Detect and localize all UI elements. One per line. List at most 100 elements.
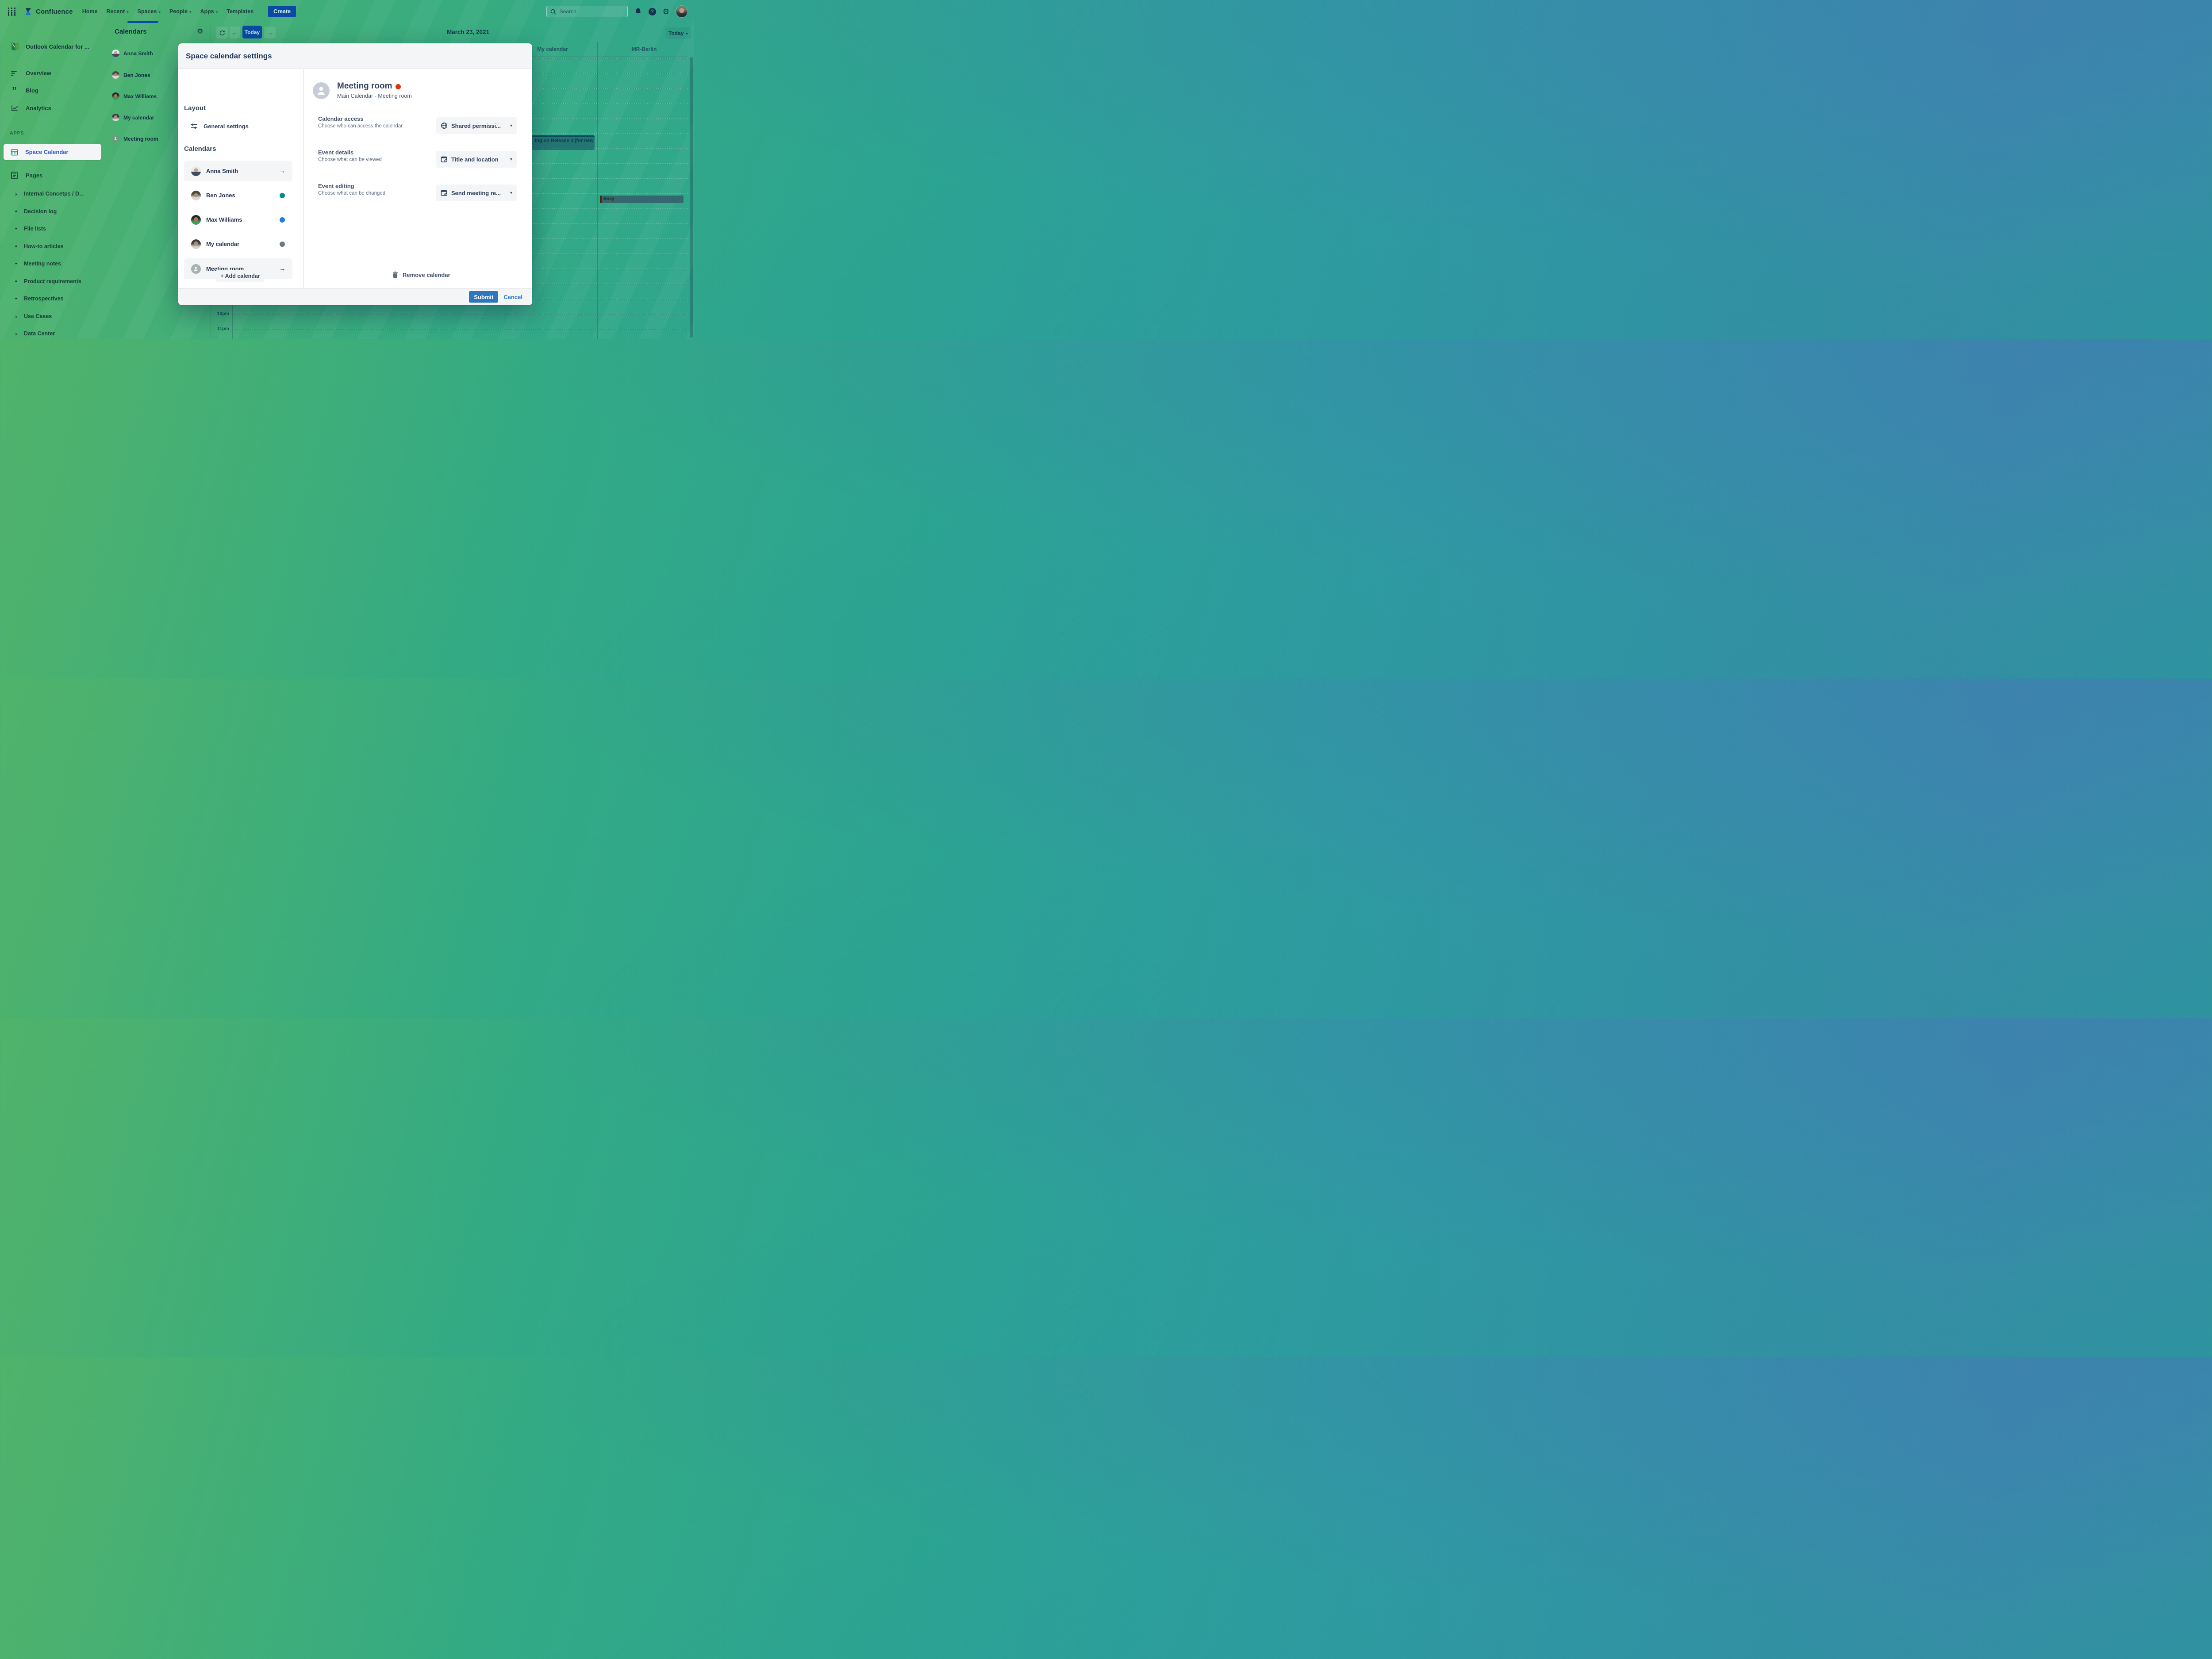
- calendars-settings-gear-icon[interactable]: ⚙: [197, 27, 203, 36]
- analytics-chart-icon: [11, 105, 18, 111]
- sidebar-item-internal-concepts[interactable]: › Internal Concetps / D...: [0, 190, 105, 197]
- nav-recent[interactable]: Recent▾: [106, 8, 128, 15]
- calendar-list-item-meeting-room[interactable]: Meeting room: [112, 135, 158, 142]
- help-icon[interactable]: ?: [649, 8, 656, 15]
- general-settings-item[interactable]: General settings: [190, 123, 249, 130]
- cancel-button[interactable]: Cancel: [503, 294, 522, 300]
- modal-calendar-row-ben[interactable]: Ben Jones: [184, 185, 292, 206]
- chevron-down-icon: ▾: [127, 10, 129, 15]
- avatar: [112, 71, 119, 79]
- search-box[interactable]: [546, 6, 628, 17]
- modal-calendar-row-anna[interactable]: Anna Smith →: [184, 161, 292, 181]
- detail-title: Meeting room: [337, 81, 392, 91]
- brand-name: Confluence: [36, 8, 73, 15]
- search-icon: [550, 9, 556, 15]
- avatar: [112, 114, 119, 121]
- modal-calendars-heading: Calendars: [184, 145, 216, 153]
- bullet-icon: •: [15, 208, 24, 215]
- bullet-icon: •: [15, 225, 24, 232]
- space-calendar-icon: [11, 148, 18, 156]
- chevron-right-icon: ›: [15, 330, 24, 337]
- event-details-dropdown[interactable]: Title and location ▾: [436, 151, 517, 168]
- confluence-logo-icon: [24, 7, 33, 16]
- event-editing-dropdown[interactable]: Send meeting re... ▾: [436, 184, 517, 201]
- vertical-scrollbar[interactable]: [690, 57, 693, 338]
- apps-section-label: APPS: [10, 131, 24, 136]
- add-calendar-button[interactable]: + Add calendar: [216, 270, 265, 282]
- sidebar-item-retrospectives[interactable]: • Retrospectives: [0, 295, 105, 302]
- modal-header: Space calendar settings: [178, 43, 532, 69]
- event-busy[interactable]: Busy: [600, 196, 684, 203]
- space-header[interactable]: Outlook Calendar for ...: [10, 41, 89, 52]
- sidebar-item-meeting-notes[interactable]: • Meeting notes: [0, 260, 105, 267]
- nav-spaces[interactable]: Spaces▾: [138, 8, 161, 15]
- sidebar-item-decision-log[interactable]: • Decision log: [0, 208, 105, 215]
- settings-gear-icon[interactable]: ⚙: [663, 8, 669, 15]
- primary-nav: Home Recent▾ Spaces▾ People▾ Apps▾ Templ…: [82, 8, 253, 15]
- notifications-bell-icon[interactable]: [634, 8, 642, 15]
- sidebar-item-data-center[interactable]: › Data Center: [0, 330, 105, 337]
- modal-calendar-row-my-calendar[interactable]: My calendar: [184, 234, 292, 254]
- confluence-logo[interactable]: Confluence: [24, 7, 73, 16]
- column-header-mr-berlin: MR-Berlin: [609, 46, 680, 52]
- color-dot: [280, 193, 285, 198]
- sidebar-item-analytics[interactable]: Analytics: [11, 105, 51, 111]
- chevron-down-icon: ▾: [189, 10, 192, 15]
- event-release-3[interactable]: ing on Release 3 (for new: [532, 135, 595, 150]
- calendar-list-item-my-calendar[interactable]: My calendar: [112, 114, 154, 121]
- calendar-settings-icon: [441, 189, 448, 196]
- nav-apps[interactable]: Apps▾: [200, 8, 218, 15]
- refresh-button[interactable]: [216, 27, 228, 38]
- avatar: [191, 191, 201, 200]
- sidebar-item-overview[interactable]: Overview: [11, 70, 51, 77]
- user-avatar[interactable]: [676, 6, 687, 17]
- sidebar-item-use-cases[interactable]: › Use Cases: [0, 313, 105, 320]
- avatar: [191, 166, 201, 176]
- space-sidebar: Outlook Calendar for ... Overview ” Blog…: [0, 23, 105, 339]
- today-button[interactable]: Today: [242, 26, 262, 38]
- calendar-list-item-ben[interactable]: Ben Jones: [112, 71, 150, 79]
- sidebar-item-space-calendar-active[interactable]: Space Calendar: [4, 144, 101, 160]
- top-nav: Confluence Home Recent▾ Spaces▾ People▾ …: [0, 0, 694, 23]
- arrow-right-icon: →: [279, 167, 286, 175]
- remove-calendar-button[interactable]: Remove calendar: [392, 271, 450, 278]
- refresh-icon: [219, 30, 225, 36]
- nav-templates[interactable]: Templates: [227, 8, 253, 15]
- setting-label-event-details: Event details: [318, 149, 353, 156]
- nav-home[interactable]: Home: [82, 8, 98, 15]
- sidebar-item-pages[interactable]: Pages: [11, 172, 42, 179]
- avatar: [191, 239, 201, 249]
- view-range-selector[interactable]: Today ▾: [665, 27, 691, 39]
- space-logo-icon: [10, 41, 21, 52]
- calendar-list-item-anna[interactable]: Anna Smith: [112, 50, 153, 57]
- calendar-list-item-max[interactable]: Max Williams: [112, 92, 157, 100]
- modal-calendar-row-max[interactable]: Max Williams: [184, 209, 292, 230]
- search-input[interactable]: [559, 8, 614, 15]
- create-button[interactable]: Create: [268, 6, 296, 17]
- sidebar-item-blog[interactable]: ” Blog: [11, 87, 38, 94]
- sidebar-item-product-requirements[interactable]: • Product requirements: [0, 278, 105, 284]
- calendar-access-dropdown[interactable]: Shared permissi... ▾: [436, 117, 517, 134]
- calendar-color-status-dot[interactable]: [396, 84, 401, 89]
- submit-button[interactable]: Submit: [469, 291, 498, 303]
- blog-quote-icon: ”: [11, 88, 18, 93]
- pages-document-icon: [11, 172, 18, 179]
- overview-icon: [11, 70, 18, 76]
- chevron-right-icon: ›: [15, 190, 24, 197]
- app-switcher-icon[interactable]: [8, 8, 15, 15]
- detail-subtitle: Main Calendar - Meeting room: [337, 93, 412, 99]
- color-dot: [280, 242, 285, 247]
- person-icon: [112, 135, 119, 142]
- chevron-down-icon: ▾: [510, 191, 512, 196]
- setting-desc-event-editing: Choose what can be changed: [318, 191, 385, 196]
- setting-desc-calendar-access: Choose who can access the calendar: [318, 123, 403, 129]
- nav-people[interactable]: People▾: [169, 8, 192, 15]
- sidebar-item-file-lists[interactable]: • File lists: [0, 225, 105, 232]
- setting-desc-event-details: Choose what can be viewed: [318, 157, 382, 162]
- sidebar-item-how-to-articles[interactable]: • How-to articles: [0, 243, 105, 250]
- modal-title: Space calendar settings: [186, 52, 272, 61]
- next-day-button[interactable]: →: [264, 27, 276, 38]
- color-dot: [280, 217, 285, 223]
- bullet-icon: •: [15, 260, 24, 267]
- prev-day-button[interactable]: ←: [230, 27, 240, 38]
